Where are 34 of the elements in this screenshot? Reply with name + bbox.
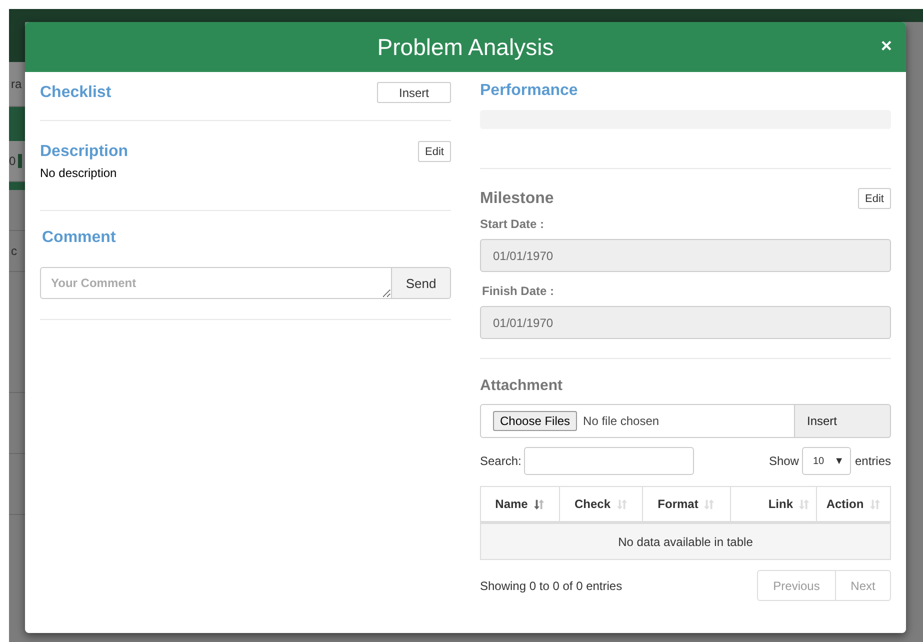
table-info: Showing 0 to 0 of 0 entries [480,578,622,592]
entries-label: entries [854,454,891,468]
edit-button[interactable]: Edit [858,188,891,209]
field-label: Finish Date : [481,283,556,300]
table-cell: No data available in table [480,522,890,560]
send-button[interactable]: Send [392,267,451,299]
page-row [9,22,25,62]
dialog-title: Problem Analysis [377,34,554,60]
insert-button[interactable]: Insert [795,404,891,438]
section-heading: Performance [480,81,579,101]
insert-button[interactable]: Insert [377,82,451,103]
sort-icon[interactable] [534,498,545,510]
search-label: Search: [480,454,522,468]
show-label: Show [768,454,799,468]
background-text: 0 [9,154,16,168]
background-text: ra [11,77,22,91]
description-text: No description [40,166,118,182]
page-row [9,107,25,141]
choose-files-button[interactable]: Choose Files [493,411,578,431]
section-heading: Attachment [480,376,564,396]
section-heading: Description [40,142,128,160]
field-label: Start Date : [480,216,546,233]
search-field[interactable] [524,447,694,475]
marker [18,154,22,168]
section-heading: Comment [41,228,117,248]
close-button[interactable]: × [880,37,892,57]
page-size-select[interactable]: 10 ▼ [802,447,851,475]
section-heading: Checklist [40,84,112,102]
comment-field[interactable]: Your Comment [40,267,392,299]
file-field[interactable]: Choose Files No file chosen [480,404,795,438]
background-text: c [11,244,17,258]
edit-button[interactable]: Edit [418,141,451,162]
file-status: No file chosen [583,414,660,428]
section-heading: Milestone [480,190,554,208]
